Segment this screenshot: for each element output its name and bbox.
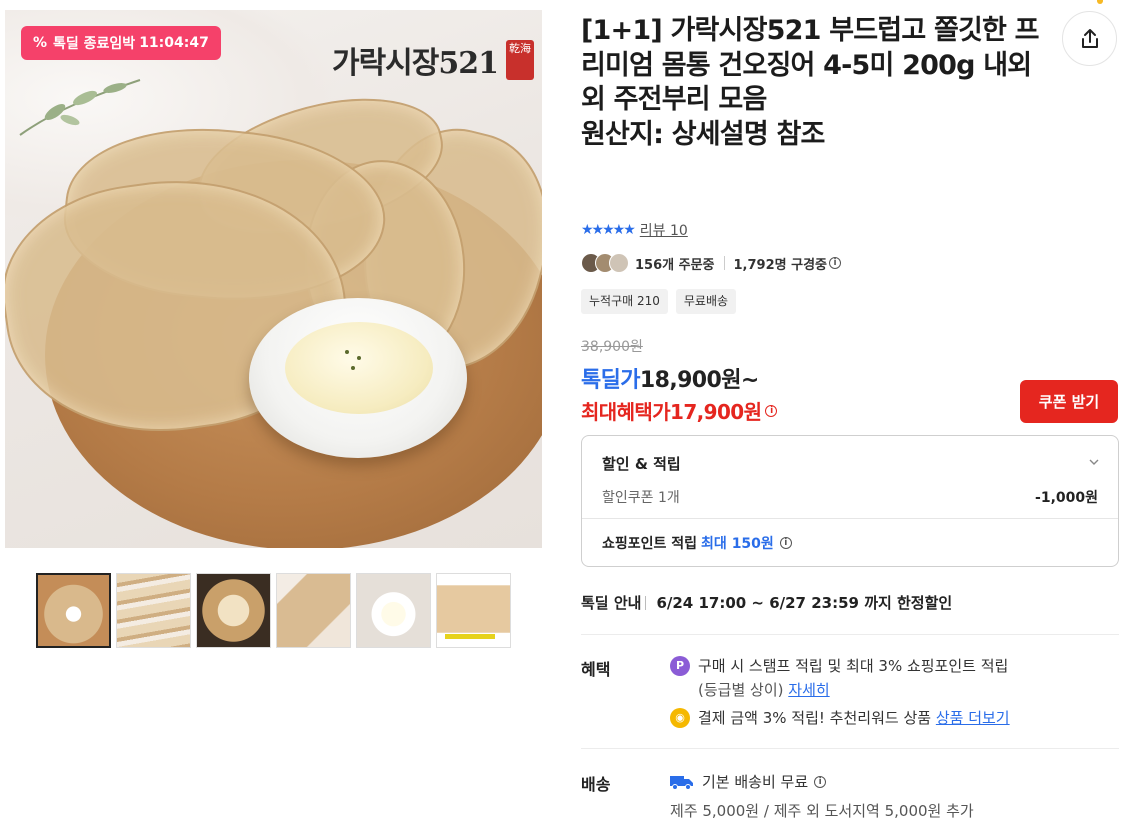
herb-flake — [357, 356, 361, 360]
thumbnail-5[interactable] — [356, 573, 431, 648]
thumbnail-1[interactable] — [36, 573, 111, 648]
shipping-fee-text: 기본 배송비 무료 — [702, 773, 809, 791]
info-icon[interactable]: i — [814, 775, 827, 788]
main-product-image[interactable]: 가락시장521 乾海 % 톡딜 종료임박 11:04:47 — [5, 10, 542, 548]
discount-title: 할인 & 적립 — [602, 455, 681, 473]
corner-indicator — [1097, 0, 1103, 4]
more-products-link[interactable]: 상품 더보기 — [936, 709, 1010, 727]
benefit-stamp-sub: (등급별 상이) — [698, 681, 784, 699]
point-max: 최대 150원 — [701, 533, 774, 553]
coin-icon: ◉ — [670, 708, 690, 728]
tag-free-shipping: 무료배송 — [675, 289, 737, 314]
benefit-stamp-text: 구매 시 스탬프 적립 및 최대 3% 쇼핑포인트 적립 — [698, 657, 1009, 675]
get-coupon-button[interactable]: 쿠폰 받기 — [1020, 380, 1118, 423]
social-proof-row: 156개 주문중 1,792명 구경중 i — [581, 253, 842, 273]
shipping-label: 배송 — [581, 775, 611, 794]
info-icon[interactable]: i — [779, 537, 792, 549]
share-icon — [1081, 28, 1098, 48]
brand-watermark: 가락시장521 — [331, 46, 499, 81]
deal-timer-badge: % 톡딜 종료임박 11:04:47 — [21, 26, 221, 60]
brand-seal: 乾海 — [506, 40, 534, 80]
thumbnail-2[interactable] — [116, 573, 191, 648]
info-icon[interactable]: i — [765, 404, 778, 417]
benefit-stamp: P 구매 시 스탬프 적립 및 최대 3% 쇼핑포인트 적립 (등급별 상이) … — [670, 654, 1008, 702]
buyer-avatars — [581, 253, 629, 273]
divider — [645, 595, 647, 610]
deal-price-label: 톡딜가 — [581, 368, 641, 393]
deal-guide-period: 6/24 17:00 ~ 6/27 23:59 까지 한정할인 — [656, 594, 953, 612]
star-rating-icon: ★★★★★ — [581, 222, 636, 238]
deal-price: 톡딜가18,900원~ — [581, 362, 759, 394]
tag-cumulative-purchase: 누적구매 210 — [581, 289, 668, 314]
section-divider — [581, 748, 1119, 749]
coupon-label: 할인쿠폰 1개 — [602, 490, 680, 506]
section-divider — [581, 634, 1119, 635]
info-icon[interactable]: i — [829, 257, 842, 269]
discount-accordion[interactable]: 할인 & 적립 할인쿠폰 1개 -1,000원 쇼핑포인트 적립 최대 150원… — [581, 435, 1119, 567]
divider — [723, 256, 725, 270]
share-button[interactable] — [1062, 11, 1117, 66]
deal-timer-time: 11:04:47 — [139, 35, 209, 51]
original-price: 38,900원 — [581, 339, 643, 355]
herb-flake — [345, 350, 349, 354]
product-name: [1+1] 가락시장521 부드럽고 쫄깃한 프리미엄 몸통 건오징어 4-5미… — [581, 15, 1040, 115]
divider — [582, 518, 1118, 519]
percent-icon: % — [33, 35, 48, 51]
viewers-count: 1,792명 구경중 — [733, 257, 828, 273]
benefit-reward: ◉ 결제 금액 3% 적립! 추천리워드 상품 상품 더보기 — [670, 706, 1010, 730]
shipping-fee-row: 기본 배송비 무료 i — [670, 771, 827, 792]
product-tags: 누적구매 210 무료배송 — [581, 289, 737, 314]
coupon-value: -1,000원 — [1035, 490, 1098, 506]
truck-icon — [670, 775, 693, 790]
thumbnail-strip — [36, 573, 511, 648]
point-label: 쇼핑포인트 적립 — [602, 536, 698, 552]
shipping-extra-fee: 제주 5,000원 / 제주 외 도서지역 5,000원 추가 — [670, 802, 974, 820]
deal-price-value: 18,900원~ — [639, 368, 759, 393]
product-origin: 원산지: 상세설명 참조 — [581, 118, 825, 150]
thumbnail-6[interactable] — [436, 573, 511, 648]
point-max-value: 150원 — [731, 536, 774, 552]
leaf-decoration — [19, 79, 141, 136]
deal-guide-label: 톡딜 안내 — [581, 594, 642, 612]
avatar — [609, 253, 629, 273]
max-benefit-price: 최대혜택가 17,900원 i — [581, 396, 778, 425]
max-price-label: 최대혜택가 — [581, 400, 671, 424]
benefits-label: 혜택 — [581, 660, 611, 679]
thumbnail-4[interactable] — [276, 573, 351, 648]
rating-row: ★★★★★ 리뷰 10 — [581, 220, 688, 240]
shopping-point-row: 쇼핑포인트 적립 최대 150원 i — [602, 533, 792, 553]
mayonnaise — [285, 322, 433, 414]
benefit-reward-text: 결제 금액 3% 적립! 추천리워드 상품 — [698, 709, 932, 727]
point-max-prefix: 최대 — [701, 536, 727, 552]
review-link[interactable]: 리뷰 10 — [640, 220, 688, 240]
stick-decoration — [445, 634, 495, 639]
chevron-down-icon[interactable] — [1088, 456, 1100, 468]
thumbnail-3[interactable] — [196, 573, 271, 648]
herb-flake — [351, 366, 355, 370]
deal-guide-row: 톡딜 안내 6/24 17:00 ~ 6/27 23:59 까지 한정할인 — [581, 592, 952, 613]
product-title: [1+1] 가락시장521 부드럽고 쫄깃한 프리미엄 몸통 건오징어 4-5미… — [581, 14, 1051, 152]
detail-link[interactable]: 자세히 — [788, 681, 829, 699]
max-price-value: 17,900원 — [670, 400, 762, 424]
orders-count: 156개 주문중 — [635, 257, 715, 273]
deal-timer-label: 톡딜 종료임박 — [53, 36, 136, 52]
point-p-icon: P — [670, 656, 690, 676]
coupon-discount-row: 할인쿠폰 1개 -1,000원 — [602, 487, 1098, 507]
